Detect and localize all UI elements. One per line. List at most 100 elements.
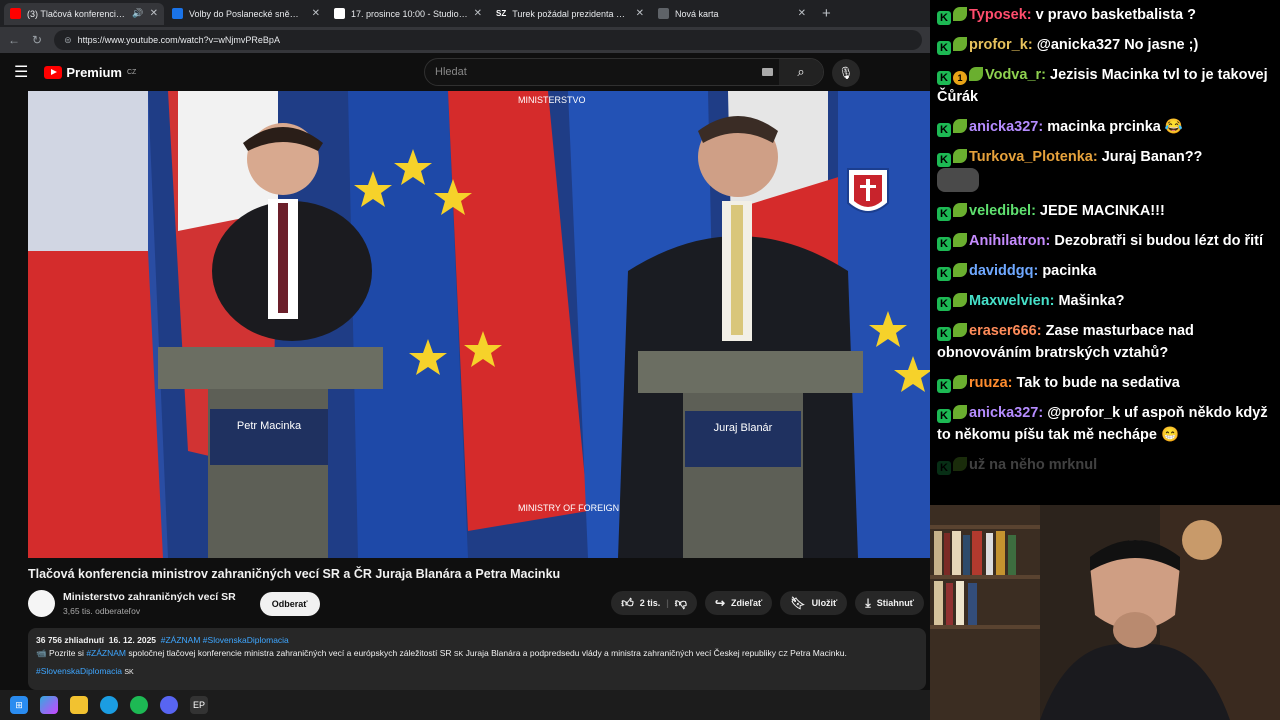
kick-badge-icon: K xyxy=(937,297,951,311)
close-tab-icon[interactable]: ✕ xyxy=(312,8,320,19)
chat-text: Mašinka? xyxy=(1058,293,1125,309)
download-button[interactable]: ⤓ Stiahnuť xyxy=(855,591,924,615)
browser-tab-volby[interactable]: Volby do Poslanecké sněmovny 20 ✕ xyxy=(166,3,326,25)
search-icon[interactable]: ⌕ xyxy=(779,59,823,85)
backdrop-text-ministry: MINISTERSTVO xyxy=(518,95,586,105)
site-info-icon[interactable]: ⊜ xyxy=(64,35,72,46)
logo-text: Premium xyxy=(66,64,122,80)
divider: | xyxy=(666,598,669,608)
bookshelf xyxy=(930,505,1040,720)
flag-sk: SK xyxy=(453,651,464,658)
url-field[interactable]: ⊜ https://www.youtube.com/watch?v=wNjmvP… xyxy=(54,30,922,50)
search-input[interactable]: Hledat ⌕ xyxy=(424,58,824,86)
chat-username[interactable]: veledibel xyxy=(969,203,1031,219)
webcam-scene xyxy=(930,505,1280,720)
save-button[interactable]: 🔖︎ Uložiť xyxy=(780,591,848,615)
logo-country: CZ xyxy=(126,68,137,76)
back-icon[interactable]: ← xyxy=(8,33,20,47)
chat-text: Tak to bude na sedativa xyxy=(1016,375,1180,391)
new-tab-icon[interactable]: + xyxy=(814,5,839,22)
thumbs-down-icon[interactable]: 👎︎ xyxy=(675,596,687,611)
video-description[interactable]: 36 756 zhliadnutí 16. 12. 2025 #ZÁZNAM #… xyxy=(28,628,926,690)
close-tab-icon[interactable]: ✕ xyxy=(474,8,482,19)
chat-text: v pravo basketbalista ? xyxy=(1035,7,1196,23)
chat-username[interactable]: profor_k xyxy=(969,37,1028,53)
browser-tab-ct24[interactable]: 17. prosince 10:00 - Studio ČT24 | ✕ xyxy=(328,3,488,25)
channel-avatar[interactable] xyxy=(28,590,55,617)
edge-browser-icon[interactable] xyxy=(100,696,118,714)
flag-sk: SK xyxy=(124,669,134,676)
chat-emote xyxy=(937,168,979,192)
video-player[interactable]: Petr Macinka Juraj Blanár MINISTERSTVO M… xyxy=(28,91,930,558)
chat-username[interactable]: anicka327 xyxy=(969,405,1038,421)
chat-message: Kprofor_k: @anicka327 No jasne ;) xyxy=(934,30,1276,60)
spotify-icon[interactable] xyxy=(130,696,148,714)
nameplate-left: Petr Macinka xyxy=(237,420,302,432)
chat-username[interactable]: eraser666 xyxy=(969,323,1037,339)
chat-message: K Typosek: v pravo basketbalista ? xyxy=(934,0,1276,30)
hashtags[interactable]: #ZÁZNAM #SlovenskaDiplomacia xyxy=(161,635,289,645)
epic-games-icon[interactable]: EP xyxy=(190,696,208,714)
hashtag-link[interactable]: #ZÁZNAM xyxy=(86,648,126,658)
chat-text: @anicka327 No jasne ;) xyxy=(1036,37,1199,53)
url-text: https://www.youtube.com/watch?v=wNjmvPRe… xyxy=(77,35,280,45)
chat-separator: : xyxy=(1031,203,1040,219)
keyboard-icon[interactable] xyxy=(762,68,773,76)
ct24-favicon-icon xyxy=(334,8,345,19)
address-bar: ← ↻ ⊜ https://www.youtube.com/watch?v=wN… xyxy=(0,27,930,53)
chat-username[interactable]: Anihilatron xyxy=(969,233,1046,249)
kick-badge-icon: K xyxy=(937,123,951,137)
browser-tab-youtube[interactable]: (3) Tlačová konferencia minist 🔊 ✕ xyxy=(4,2,164,25)
kick-badge-icon: K xyxy=(937,379,951,393)
subscriber-badge-icon xyxy=(953,7,967,21)
chat-username[interactable]: Maxwelvien xyxy=(969,293,1050,309)
chat-username[interactable]: Vodva_r xyxy=(985,67,1041,83)
flag-cz: CZ xyxy=(778,651,788,658)
chat-username[interactable]: daviddgq xyxy=(969,263,1033,279)
sz-favicon-icon: SZ xyxy=(496,9,507,18)
menu-icon[interactable]: ☰ xyxy=(14,62,28,82)
kick-badge-icon: K xyxy=(937,71,951,85)
discord-icon[interactable] xyxy=(160,696,178,714)
chat-message: K Anihilatron: Dezobratři si budou lézt d… xyxy=(934,226,1276,256)
like-button[interactable]: 👍︎ 2 tis. | 👎︎ xyxy=(611,591,697,615)
chat-username[interactable]: anicka327 xyxy=(969,119,1038,135)
microphone-icon[interactable]: 🎙 xyxy=(832,59,860,87)
subscriber-count: 3,65 tis. odberateľov xyxy=(63,606,141,616)
chat-text: už na něho mrknul xyxy=(969,457,1098,473)
close-tab-icon[interactable]: ✕ xyxy=(636,8,644,19)
video-actions: 👍︎ 2 tis. | 👎︎ ↪ Zdieľať 🔖︎ Uložiť ⤓ Sti… xyxy=(611,591,924,615)
kick-badge-icon: K xyxy=(937,153,951,167)
tab-title: Nová karta xyxy=(675,8,719,19)
browser-tab-newtab[interactable]: Nová karta ✕ xyxy=(652,3,812,25)
browser-tab-bar: (3) Tlačová konferencia minist 🔊 ✕ Volby… xyxy=(0,0,930,27)
chat-username[interactable]: Turkova_Plotenka xyxy=(969,149,1093,165)
kick-badge-icon: K xyxy=(937,237,951,251)
share-button[interactable]: ↪ Zdieľať xyxy=(704,591,773,615)
windows-start-icon[interactable]: ⊞ xyxy=(10,696,28,714)
chat-separator: : xyxy=(1038,119,1048,135)
chat-username[interactable]: ruuza xyxy=(969,375,1008,391)
reload-icon[interactable]: ↻ xyxy=(32,33,42,47)
subscribe-button[interactable]: Odberať xyxy=(259,591,320,616)
kick-badge-icon: K xyxy=(937,409,951,423)
chat-text: Dezobratři si budou lézt do řití xyxy=(1054,233,1264,249)
chat-message: Kdaviddgq: pacinka xyxy=(934,256,1276,286)
hashtag-link[interactable]: #SlovenskaDiplomacia xyxy=(36,666,122,676)
chat-separator: : xyxy=(1038,405,1048,421)
kick-badge-icon: K xyxy=(937,11,951,25)
file-explorer-icon[interactable] xyxy=(70,696,88,714)
close-tab-icon[interactable]: ✕ xyxy=(150,8,158,19)
video-frame: Petr Macinka Juraj Blanár MINISTERSTVO M… xyxy=(28,91,930,558)
browser-tab-sz[interactable]: SZ Turek požádal prezidenta o schůz ✕ xyxy=(490,3,650,25)
kick-badge-icon: K xyxy=(937,327,951,341)
copilot-icon[interactable] xyxy=(40,696,58,714)
chat-message: Kruuza: Tak to bude na sedativa xyxy=(934,368,1276,398)
chat-username[interactable]: Typosek xyxy=(969,7,1027,23)
youtube-logo[interactable]: Premium CZ xyxy=(44,65,136,80)
channel-name[interactable]: Ministerstvo zahraničných vecí SR xyxy=(63,591,236,603)
chat-message: K Maxwelvien: Mašinka? xyxy=(934,286,1276,316)
close-tab-icon[interactable]: ✕ xyxy=(798,8,806,19)
share-icon: ↪ xyxy=(714,596,726,610)
audio-icon[interactable]: 🔊 xyxy=(132,8,143,19)
